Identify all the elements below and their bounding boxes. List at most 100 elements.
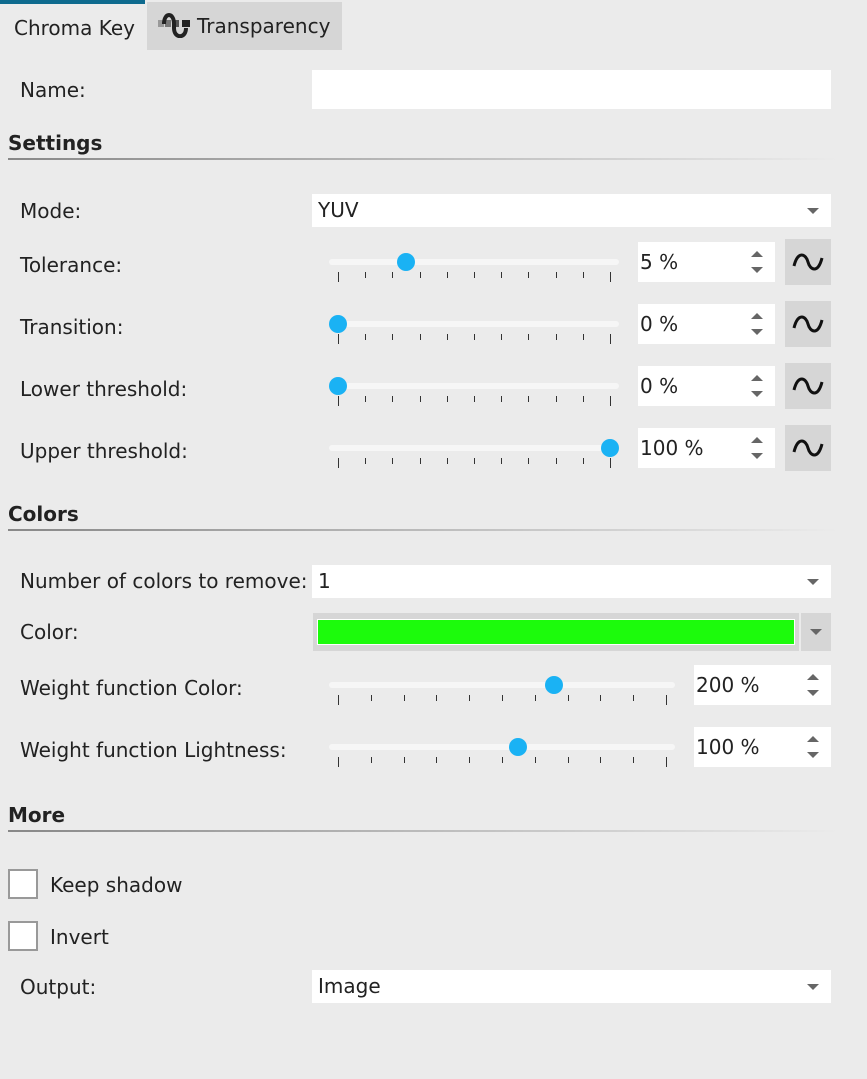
- slider-tick: [528, 458, 530, 464]
- slider-tick: [403, 757, 405, 763]
- slider-tick: [446, 272, 448, 278]
- keep-shadow-checkbox[interactable]: [8, 869, 38, 899]
- color-picker[interactable]: [313, 613, 799, 651]
- section-colors: Colors: [8, 502, 79, 526]
- spin-down-icon[interactable]: [751, 453, 763, 459]
- slider-tick: [502, 695, 503, 701]
- tab-chroma-key[interactable]: Chroma Key: [0, 0, 145, 50]
- slider-tick: [501, 458, 503, 464]
- slider-tick: [338, 396, 339, 406]
- spin-down-icon[interactable]: [751, 267, 763, 273]
- slider-thumb[interactable]: [329, 315, 347, 333]
- tab-label: Transparency: [197, 14, 331, 38]
- slider-tick: [436, 695, 438, 701]
- keyframe-curve-button[interactable]: [785, 425, 831, 471]
- slider-tick: [392, 334, 394, 340]
- slider-tick: [365, 334, 367, 340]
- value-spinbox[interactable]: 0 %: [638, 366, 775, 406]
- slider-tick: [502, 757, 503, 763]
- slider-track[interactable]: [329, 383, 619, 389]
- slider-tick: [534, 757, 536, 763]
- slider-tick: [528, 334, 530, 340]
- slider-track[interactable]: [329, 682, 675, 688]
- spinbox-value: 0 %: [640, 374, 679, 398]
- color-dropdown-button[interactable]: [801, 613, 831, 651]
- slider-tick: [338, 334, 339, 344]
- wave-icon: [792, 315, 824, 333]
- slider-tick: [365, 396, 367, 402]
- spin-up-icon[interactable]: [807, 674, 819, 680]
- spin-down-icon[interactable]: [751, 391, 763, 397]
- spin-up-icon[interactable]: [807, 736, 819, 742]
- slider-thumb[interactable]: [601, 439, 619, 457]
- keep-shadow-label: Keep shadow: [50, 873, 183, 897]
- slider-tick: [370, 695, 372, 701]
- value-spinbox[interactable]: 5 %: [638, 242, 775, 282]
- name-input[interactable]: [312, 70, 831, 109]
- slider-track[interactable]: [329, 321, 619, 327]
- slider-tick: [392, 396, 394, 402]
- slider-tick: [446, 396, 448, 402]
- slider-tick: [338, 458, 339, 468]
- colors-count-select[interactable]: 1: [312, 565, 831, 598]
- wave-icon: [792, 439, 824, 457]
- slider-tick: [501, 334, 503, 340]
- slider-tick: [528, 396, 530, 402]
- slider-tick: [446, 334, 448, 340]
- output-value: Image: [318, 974, 381, 998]
- tab-transparency[interactable]: Transparency: [147, 2, 342, 50]
- chevron-down-icon: [807, 208, 819, 214]
- slider-tick: [365, 272, 367, 278]
- slider-thumb[interactable]: [397, 253, 415, 271]
- spinbox-value: 0 %: [640, 312, 679, 336]
- slider-tick: [419, 458, 421, 464]
- slider-tick: [633, 695, 635, 701]
- color-swatch: [317, 619, 795, 645]
- spin-down-icon[interactable]: [807, 752, 819, 758]
- slider-tick: [610, 458, 611, 468]
- slider-track[interactable]: [329, 445, 619, 451]
- tab-label: Chroma Key: [14, 16, 136, 40]
- value-spinbox[interactable]: 200 %: [694, 665, 831, 705]
- slider-tick: [528, 272, 530, 278]
- slider-tick: [474, 396, 475, 402]
- slider-tick: [469, 695, 471, 701]
- slider-label: Weight function Color:: [20, 676, 243, 700]
- keyframe-curve-button[interactable]: [785, 301, 831, 347]
- slider-tick: [474, 272, 475, 278]
- invert-checkbox[interactable]: [8, 921, 38, 951]
- spin-up-icon[interactable]: [751, 437, 763, 443]
- slider-tick: [338, 695, 339, 705]
- slider-thumb[interactable]: [329, 377, 347, 395]
- slider-label: Upper threshold:: [20, 439, 188, 463]
- value-spinbox[interactable]: 0 %: [638, 304, 775, 344]
- slider-tick: [610, 396, 611, 406]
- spin-down-icon[interactable]: [751, 329, 763, 335]
- slider-thumb[interactable]: [509, 738, 528, 756]
- output-select[interactable]: Image: [312, 970, 831, 1003]
- colors-count-label: Number of colors to remove:: [20, 569, 308, 593]
- keyframe-curve-button[interactable]: [785, 239, 831, 285]
- spin-up-icon[interactable]: [751, 313, 763, 319]
- color-label: Color:: [20, 620, 79, 644]
- slider-tick: [633, 757, 635, 763]
- value-spinbox[interactable]: 100 %: [638, 428, 775, 468]
- slider-tick: [403, 695, 405, 701]
- slider-tick: [582, 396, 584, 402]
- slider-thumb[interactable]: [545, 676, 564, 694]
- keyframe-curve-button[interactable]: [785, 363, 831, 409]
- value-spinbox[interactable]: 100 %: [694, 727, 831, 767]
- slider-track[interactable]: [329, 744, 675, 750]
- slider-tick: [582, 458, 584, 464]
- slider-tick: [419, 396, 421, 402]
- slider-tick: [392, 272, 394, 278]
- transparency-icon: [158, 13, 190, 38]
- slider-track[interactable]: [329, 259, 619, 265]
- slider-tick: [419, 334, 421, 340]
- spin-up-icon[interactable]: [751, 251, 763, 257]
- slider-tick: [501, 396, 503, 402]
- spin-down-icon[interactable]: [807, 690, 819, 696]
- spin-up-icon[interactable]: [751, 375, 763, 381]
- slider-tick: [610, 272, 611, 282]
- mode-select[interactable]: YUV: [312, 194, 831, 227]
